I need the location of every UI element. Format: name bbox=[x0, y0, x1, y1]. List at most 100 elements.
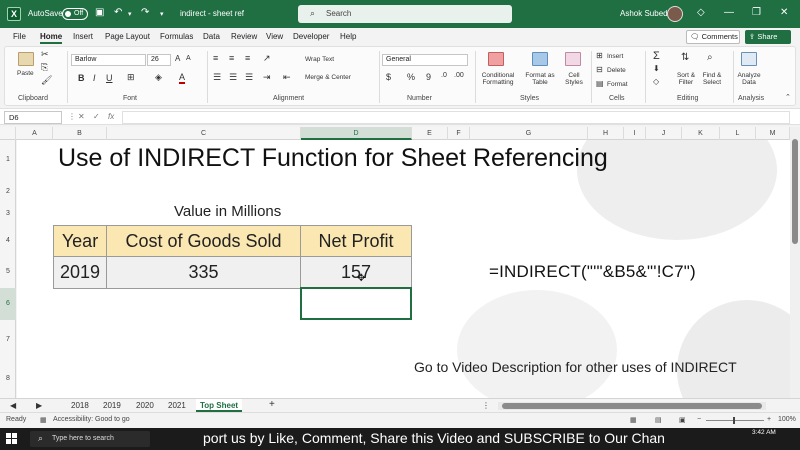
scroll-thumb[interactable] bbox=[502, 403, 762, 409]
comments-button[interactable]: 🗨 Comments bbox=[686, 30, 740, 44]
column-header[interactable]: F bbox=[448, 127, 470, 140]
autosum-button[interactable]: Σ bbox=[653, 50, 660, 62]
tab-formulas[interactable]: Formulas bbox=[160, 32, 193, 41]
column-header[interactable]: K bbox=[682, 127, 720, 140]
row-header[interactable]: 3 bbox=[0, 203, 16, 225]
column-header[interactable]: C bbox=[107, 127, 301, 140]
column-header[interactable]: B bbox=[53, 127, 107, 140]
minimize-icon[interactable]: — bbox=[724, 7, 734, 18]
find-select-button[interactable]: Find & Select bbox=[699, 72, 725, 86]
paste-icon[interactable] bbox=[18, 52, 34, 66]
font-color-icon[interactable]: A bbox=[179, 72, 186, 84]
copy-icon[interactable]: ⎘ bbox=[41, 62, 48, 73]
avatar[interactable] bbox=[667, 6, 683, 22]
row-header[interactable]: 2 bbox=[0, 180, 16, 203]
sheet-tab-2020[interactable]: 2020 bbox=[136, 401, 154, 410]
orientation-icon[interactable]: ↗ bbox=[263, 53, 271, 64]
tab-developer[interactable]: Developer bbox=[293, 32, 329, 41]
save-icon[interactable]: ▣ bbox=[95, 7, 104, 18]
align-right-icon[interactable]: ☰ bbox=[245, 72, 253, 83]
analyze-data-button[interactable]: Analyze Data bbox=[735, 72, 763, 86]
conditional-formatting-button[interactable]: Conditional Formatting bbox=[477, 72, 519, 86]
tab-page-layout[interactable]: Page Layout bbox=[105, 32, 150, 41]
sort-filter-button[interactable]: Sort & Filter bbox=[675, 72, 697, 86]
table-cell-net-profit[interactable]: 157 bbox=[300, 256, 412, 289]
outdent-icon[interactable]: ⇤ bbox=[283, 72, 291, 83]
wrap-text-button[interactable]: Wrap Text bbox=[305, 56, 334, 63]
column-header[interactable]: I bbox=[624, 127, 646, 140]
insert-cells-icon[interactable]: ⊞ bbox=[596, 51, 603, 60]
collapse-ribbon-icon[interactable]: ⌃ bbox=[785, 93, 791, 101]
borders-icon[interactable]: ⊞ bbox=[127, 72, 135, 83]
close-icon[interactable]: ✕ bbox=[780, 7, 788, 18]
increase-font-icon[interactable]: A bbox=[175, 54, 180, 63]
page-break-view-icon[interactable]: ▣ bbox=[679, 416, 686, 424]
bold-button[interactable]: B bbox=[78, 73, 85, 83]
indent-icon[interactable]: ⇥ bbox=[263, 72, 271, 83]
next-sheet-icon[interactable]: ▶ bbox=[36, 401, 42, 410]
row-header[interactable]: 4 bbox=[0, 225, 16, 256]
tab-file[interactable]: File bbox=[13, 32, 26, 41]
font-size-select[interactable]: 26 bbox=[147, 54, 171, 66]
column-header[interactable]: G bbox=[470, 127, 588, 140]
increase-decimal-icon[interactable]: .0 bbox=[441, 72, 447, 79]
sheet-tab-2021[interactable]: 2021 bbox=[168, 401, 186, 410]
page-layout-view-icon[interactable]: ▤ bbox=[655, 416, 662, 424]
row-header[interactable]: 6 bbox=[0, 288, 16, 320]
worksheet[interactable]: Use of INDIRECT Function for Sheet Refer… bbox=[17, 140, 790, 398]
undo-icon[interactable]: ↶ bbox=[114, 7, 122, 18]
zoom-slider[interactable] bbox=[706, 420, 764, 421]
prev-sheet-icon[interactable]: ◀ bbox=[10, 401, 16, 410]
conditional-formatting-icon[interactable] bbox=[488, 52, 504, 66]
comma-button[interactable]: 9 bbox=[426, 72, 431, 82]
zoom-out-icon[interactable]: − bbox=[697, 416, 701, 423]
more-options-icon[interactable]: ⋮ bbox=[482, 401, 490, 410]
column-header[interactable]: E bbox=[412, 127, 448, 140]
align-center-icon[interactable]: ☰ bbox=[229, 72, 237, 83]
cell-styles-button[interactable]: Cell Styles bbox=[561, 72, 587, 86]
analyze-data-icon[interactable] bbox=[741, 52, 757, 66]
fill-icon[interactable]: ⬇ bbox=[653, 64, 660, 73]
tab-data[interactable]: Data bbox=[203, 32, 220, 41]
format-table-icon[interactable] bbox=[532, 52, 548, 66]
clock[interactable]: 3:42 AM bbox=[752, 429, 776, 436]
currency-button[interactable]: $ bbox=[386, 72, 391, 82]
tab-review[interactable]: Review bbox=[231, 32, 257, 41]
table-header-year[interactable]: Year bbox=[53, 225, 107, 257]
row-header[interactable]: 8 bbox=[0, 360, 16, 398]
align-top-icon[interactable]: ≡ bbox=[213, 53, 218, 63]
format-painter-icon[interactable]: 🖌 bbox=[41, 75, 52, 86]
select-all-button[interactable] bbox=[0, 127, 16, 140]
table-cell-year[interactable]: 2019 bbox=[53, 256, 107, 289]
taskbar-search[interactable]: ⌕ Type here to search bbox=[30, 431, 150, 447]
formula-input[interactable] bbox=[122, 111, 790, 124]
zoom-level[interactable]: 100% bbox=[778, 416, 796, 423]
align-bottom-icon[interactable]: ≡ bbox=[245, 53, 250, 63]
sort-filter-icon[interactable]: ⇅ bbox=[681, 52, 689, 63]
scroll-thumb[interactable] bbox=[792, 139, 798, 244]
table-header-cogs[interactable]: Cost of Goods Sold bbox=[106, 225, 301, 257]
percent-button[interactable]: % bbox=[407, 72, 415, 82]
autosave-toggle[interactable]: Off bbox=[62, 8, 88, 20]
underline-button[interactable]: U bbox=[106, 73, 113, 83]
zoom-in-icon[interactable]: + bbox=[767, 416, 771, 423]
clear-icon[interactable]: ◇ bbox=[653, 77, 659, 86]
column-header[interactable]: H bbox=[588, 127, 624, 140]
row-header[interactable]: 1 bbox=[0, 140, 16, 180]
number-format-select[interactable]: General bbox=[382, 54, 468, 66]
accessibility-status[interactable]: Accessibility: Good to go bbox=[53, 416, 130, 423]
fill-color-icon[interactable]: ◈ bbox=[155, 72, 162, 83]
cut-icon[interactable]: ✂ bbox=[41, 49, 49, 60]
sheet-tab-top-sheet[interactable]: Top Sheet bbox=[196, 399, 243, 412]
redo-icon[interactable]: ↷ bbox=[141, 7, 149, 18]
find-select-icon[interactable]: ⌕ bbox=[707, 52, 713, 63]
decrease-decimal-icon[interactable]: .00 bbox=[454, 72, 464, 79]
align-middle-icon[interactable]: ≡ bbox=[229, 53, 234, 63]
format-as-table-button[interactable]: Format as Table bbox=[523, 72, 557, 86]
tab-view[interactable]: View bbox=[266, 32, 283, 41]
decrease-font-icon[interactable]: A bbox=[186, 55, 191, 62]
tab-help[interactable]: Help bbox=[340, 32, 356, 41]
table-cell-cogs[interactable]: 335 bbox=[106, 256, 301, 289]
row-header[interactable]: 7 bbox=[0, 320, 16, 360]
user-name[interactable]: Ashok Subedi bbox=[620, 9, 669, 18]
